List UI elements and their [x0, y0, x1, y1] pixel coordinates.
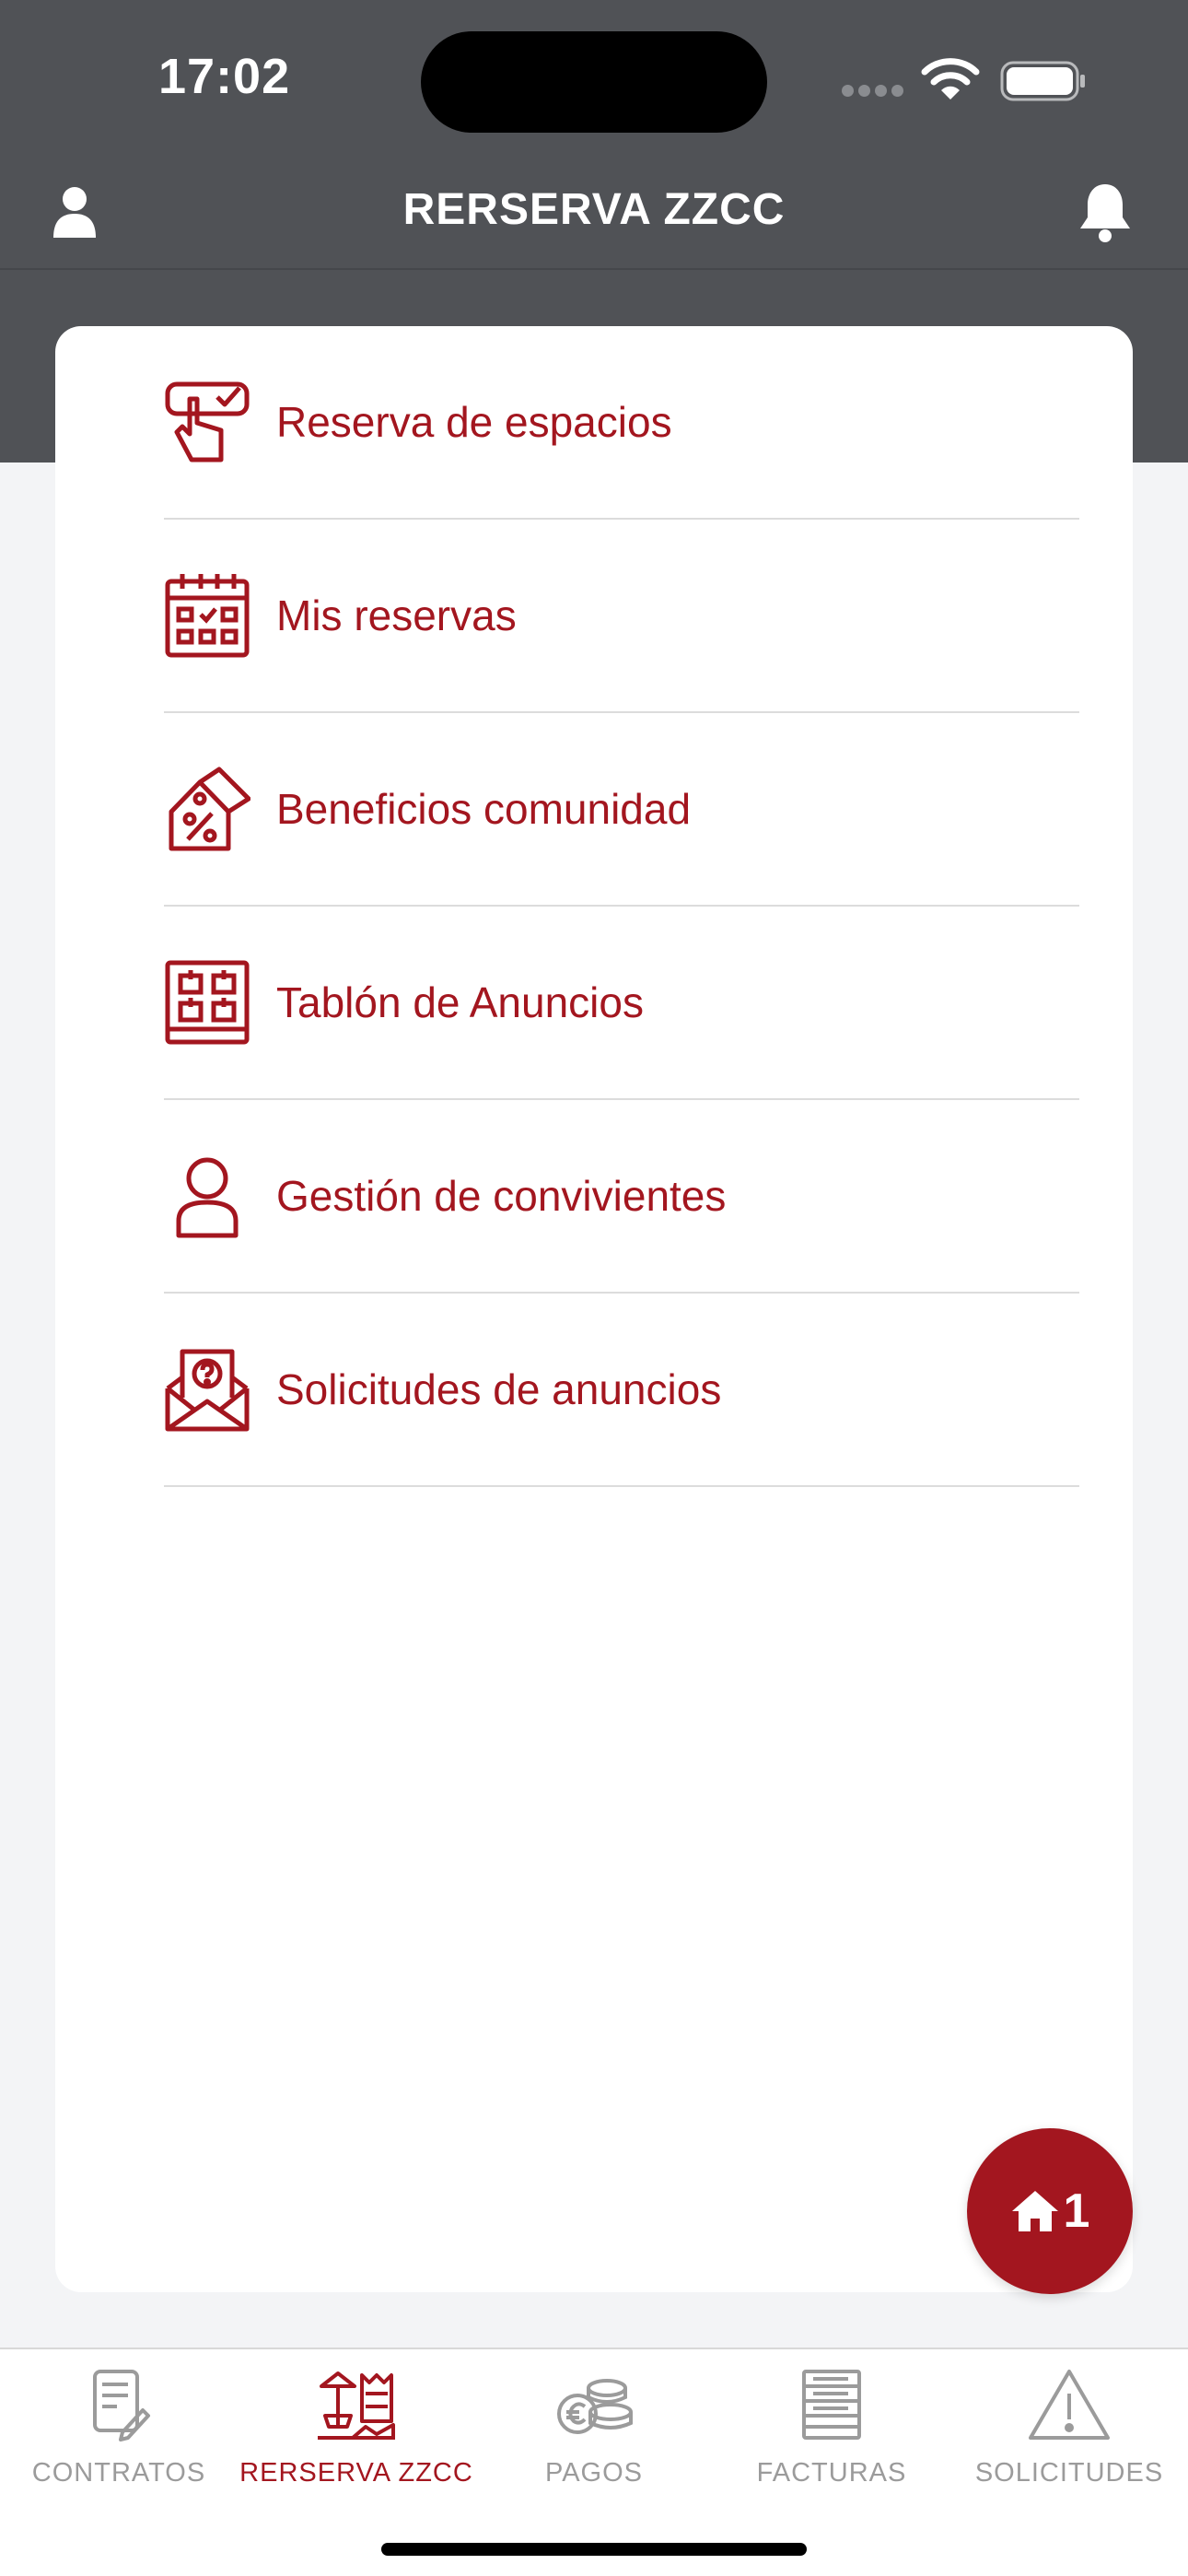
notification-bell-icon[interactable]	[1076, 181, 1135, 243]
coins-euro-icon	[557, 2379, 633, 2434]
tab-bar: CONTRATOS RERSERVA ZZCC PAGOS FACTURAS S…	[0, 2348, 1188, 2576]
menu-list: Reserva de espacios Mis reservas Benefic…	[164, 326, 1079, 1487]
menu-item-reserva-espacios[interactable]: Reserva de espacios	[164, 326, 1079, 520]
envelope-question-icon	[165, 1349, 250, 1432]
tab-pagos[interactable]: PAGOS	[475, 2366, 713, 2513]
calendar-check-icon	[165, 574, 250, 658]
contract-icon	[93, 2370, 150, 2441]
profile-icon[interactable]	[52, 184, 98, 240]
tab-label: RERSERVA ZZCC	[239, 2458, 473, 2488]
tab-label: FACTURAS	[756, 2458, 907, 2488]
status-bar: 17:02	[0, 0, 1188, 166]
house-icon	[1011, 2191, 1058, 2231]
tab-label: PAGOS	[545, 2458, 643, 2488]
community-count: 1	[1063, 2184, 1090, 2238]
menu-item-label: Solicitudes de anuncios	[276, 1365, 722, 1413]
tab-solicitudes[interactable]: SOLICITUDES	[950, 2366, 1188, 2513]
menu-item-mis-reservas[interactable]: Mis reservas	[164, 520, 1079, 713]
nav-bar: RERSERVA ZZCC	[0, 166, 1188, 270]
tab-reserva-zzcc[interactable]: RERSERVA ZZCC	[238, 2366, 475, 2513]
home-indicator	[381, 2543, 807, 2556]
menu-item-label: Tablón de Anuncios	[276, 978, 644, 1026]
tab-contratos[interactable]: CONTRATOS	[0, 2366, 238, 2513]
hand-tap-check-icon	[165, 381, 250, 463]
community-facilities-icon	[318, 2371, 395, 2440]
dynamic-island	[421, 31, 767, 133]
tab-label: SOLICITUDES	[974, 2458, 1164, 2488]
discount-tag-icon	[169, 767, 250, 851]
community-selector-button[interactable]: 1	[967, 2128, 1133, 2294]
notice-board-icon	[165, 960, 250, 1045]
invoice-icon	[802, 2370, 861, 2440]
cellular-signal-icon	[842, 85, 908, 101]
menu-item-label: Gestión de convivientes	[276, 1172, 727, 1220]
menu-item-beneficios-comunidad[interactable]: Beneficios comunidad	[164, 713, 1079, 907]
battery-icon	[1000, 61, 1085, 101]
menu-item-solicitudes-anuncios[interactable]: Solicitudes de anuncios	[164, 1294, 1079, 1487]
wifi-icon	[921, 58, 980, 100]
menu-item-tablon-anuncios[interactable]: Tablón de Anuncios	[164, 907, 1079, 1100]
screen: 17:02 RERSERVA ZZCC Reserva de espacios …	[0, 0, 1188, 2576]
warning-icon	[1029, 2370, 1110, 2440]
tab-label: CONTRATOS	[31, 2458, 206, 2488]
person-icon	[176, 1157, 239, 1238]
status-time: 17:02	[158, 49, 291, 104]
page-title: RERSERVA ZZCC	[402, 185, 786, 234]
menu-item-label: Reserva de espacios	[276, 398, 672, 446]
menu-item-label: Mis reservas	[276, 591, 517, 639]
menu-card: Reserva de espacios Mis reservas Benefic…	[55, 326, 1133, 2292]
menu-item-gestion-convivientes[interactable]: Gestión de convivientes	[164, 1100, 1079, 1294]
tab-facturas[interactable]: FACTURAS	[713, 2366, 950, 2513]
menu-item-label: Beneficios comunidad	[276, 785, 692, 833]
